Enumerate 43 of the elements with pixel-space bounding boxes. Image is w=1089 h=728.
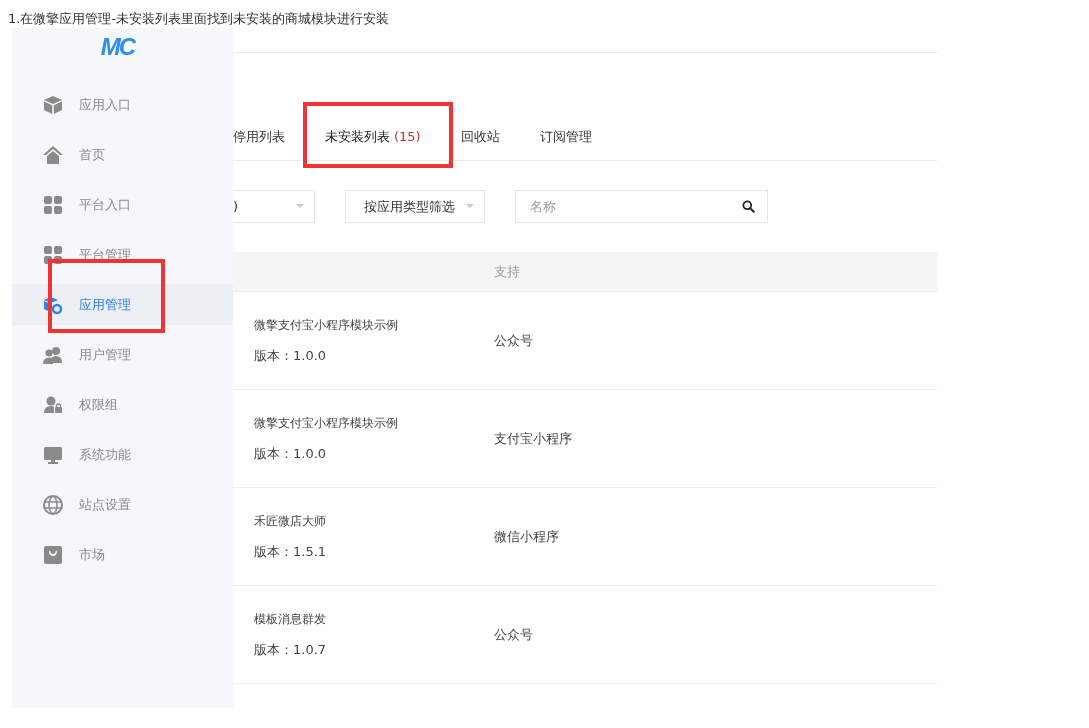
users-icon [43,344,63,365]
caret-icon [466,204,474,209]
column-header: 支持 [494,262,520,281]
home-icon [43,144,63,165]
monitor-icon [43,444,63,465]
sidebar-item[interactable]: 用户管理 [12,334,233,375]
app-name: 模板消息群发 [254,610,327,628]
filter-dropdown[interactable]: 按应用类型筛选 [345,190,485,223]
filter-dropdown[interactable]: ) [233,190,315,223]
sidebar-item[interactable]: 站点设置 [12,484,233,525]
globe-icon [43,494,63,515]
caret-icon [296,204,304,209]
app-version: 版本：1.5.1 [254,542,328,561]
tab[interactable]: 订阅管理 [539,128,592,146]
instruction-text: 1.在微擎应用管理-未安装列表里面找到未安装的商城模块进行安装 [7,10,391,28]
table-cell: 公众号 [494,625,533,644]
sidebar-item[interactable]: 应用入口 [12,84,233,125]
sidebar-item[interactable]: 首页 [12,134,233,175]
table-cell: 支付宝小程序 [494,429,572,448]
logo: MC [100,33,135,61]
table-cell: 微信小程序 [494,527,559,546]
sidebar-item[interactable]: 市场 [12,534,233,575]
app-name: 禾匠微店大师 [254,512,327,530]
sidebar-item[interactable]: 系统功能 [12,434,233,475]
tab[interactable]: 停用列表 [233,128,285,146]
app-name: 微擎支付宝小程序模块示例 [254,316,399,334]
app-name: 微擎支付宝小程序模块示例 [254,414,399,432]
sidebar-item[interactable]: 权限组 [12,384,233,425]
grid-icon [43,244,63,265]
search-icon [742,200,755,213]
app-version: 版本：1.0.0 [254,346,328,365]
app-version: 版本：1.0.0 [254,444,328,463]
app-version: 版本：1.0.7 [254,640,328,659]
tab[interactable]: 回收站 [460,128,500,146]
cube-icon [43,94,63,115]
user-lock-icon [43,394,63,415]
table-cell: 公众号 [494,331,533,350]
bag-icon [43,544,63,565]
search-field[interactable]: 名称 [515,190,768,223]
grid-icon [43,194,63,215]
sidebar-item[interactable]: 应用管理 [12,284,233,325]
sidebar-item[interactable]: 平台入口 [12,184,233,225]
tab[interactable]: 未安装列表 (15) [325,128,421,146]
